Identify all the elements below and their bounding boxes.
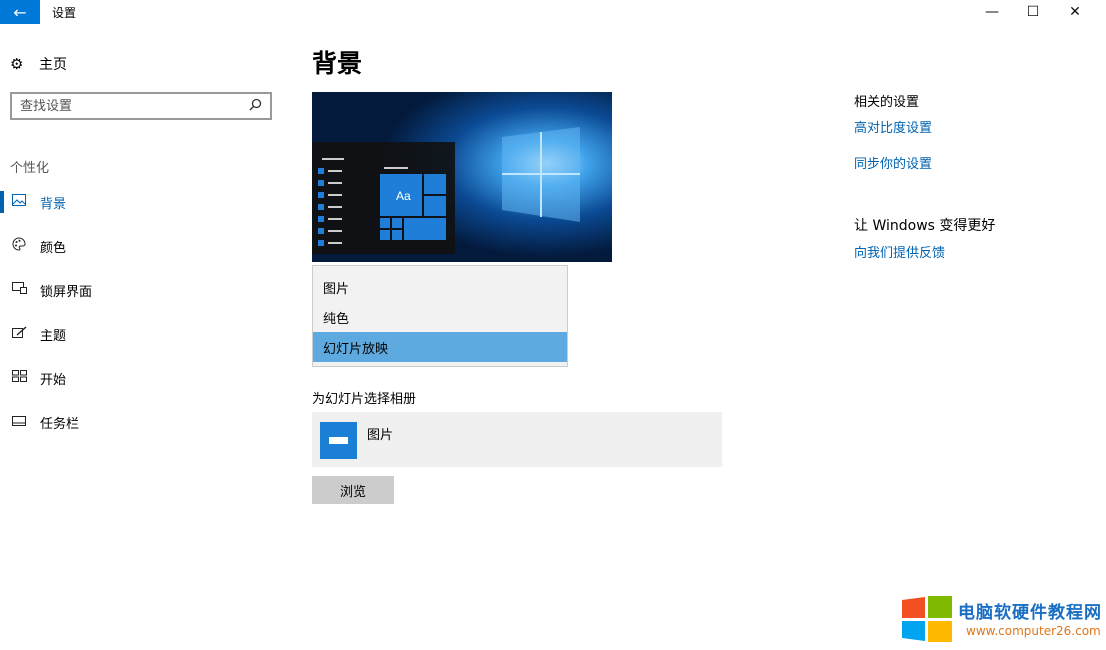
- feedback-link[interactable]: 向我们提供反馈: [854, 242, 945, 261]
- minimize-icon: —: [985, 4, 999, 20]
- sidebar-item-background[interactable]: 背景: [0, 187, 290, 217]
- page-title: 背景: [312, 49, 363, 78]
- sidebar-item-label: 任务栏: [40, 416, 80, 432]
- watermark-url: www.computer26.com: [966, 624, 1101, 638]
- home-link[interactable]: ⚙ 主页: [10, 54, 67, 74]
- lock-screen-icon: [10, 282, 28, 298]
- preview-tile-text: Aa: [396, 189, 411, 203]
- browse-button[interactable]: 浏览: [312, 476, 394, 504]
- background-preview: Aa: [312, 92, 612, 262]
- sidebar-item-colors[interactable]: 颜色: [0, 231, 290, 261]
- sidebar-item-label: 主题: [40, 328, 67, 344]
- section-heading: 个性化: [10, 161, 50, 176]
- palette-icon: [10, 237, 28, 255]
- window-title: 设置: [52, 6, 77, 20]
- sidebar-item-themes[interactable]: 主题: [0, 319, 290, 349]
- related-settings-heading: 相关的设置: [854, 95, 920, 110]
- dropdown-option-solid-color[interactable]: 纯色: [313, 302, 567, 332]
- brush-icon: [10, 325, 28, 343]
- sidebar-item-label: 背景: [40, 196, 67, 212]
- windows-logo-watermark: [902, 593, 952, 645]
- taskbar-icon: [10, 415, 28, 430]
- picture-icon: [10, 194, 28, 210]
- sidebar-item-lock-screen[interactable]: 锁屏界面: [0, 275, 290, 305]
- minimize-button[interactable]: —: [972, 0, 1012, 24]
- background-type-dropdown[interactable]: 图片 纯色 幻灯片放映: [312, 265, 568, 367]
- dropdown-option-picture[interactable]: 图片: [313, 272, 567, 302]
- sidebar-item-label: 颜色: [40, 240, 67, 256]
- sync-settings-link[interactable]: 同步你的设置: [854, 153, 932, 172]
- search-box[interactable]: [10, 92, 272, 120]
- high-contrast-link[interactable]: 高对比度设置: [854, 117, 932, 136]
- start-icon: [10, 370, 28, 386]
- back-button[interactable]: ←: [0, 0, 40, 24]
- sidebar-item-label: 开始: [40, 372, 67, 388]
- feedback-heading: 让 Windows 变得更好: [854, 218, 996, 234]
- album-section-label: 为幻灯片选择相册: [312, 392, 417, 407]
- back-arrow-icon: ←: [13, 2, 27, 22]
- album-name: 图片: [367, 428, 394, 443]
- search-input[interactable]: [20, 98, 230, 114]
- sidebar-item-taskbar[interactable]: 任务栏: [0, 407, 290, 437]
- album-tile[interactable]: 图片: [312, 412, 722, 467]
- close-button[interactable]: ✕: [1055, 0, 1095, 24]
- dropdown-option-slideshow[interactable]: 幻灯片放映: [313, 332, 567, 362]
- watermark-site-name: 电脑软硬件教程网: [958, 603, 1102, 623]
- sidebar-item-start[interactable]: 开始: [0, 363, 290, 393]
- maximize-button[interactable]: ☐: [1013, 0, 1053, 24]
- folder-icon: [320, 422, 357, 459]
- home-label: 主页: [39, 57, 67, 73]
- maximize-icon: ☐: [1026, 4, 1040, 20]
- search-icon[interactable]: [249, 98, 262, 115]
- sidebar-item-label: 锁屏界面: [40, 284, 93, 300]
- gear-icon: ⚙: [10, 55, 24, 73]
- close-icon: ✕: [1069, 4, 1081, 20]
